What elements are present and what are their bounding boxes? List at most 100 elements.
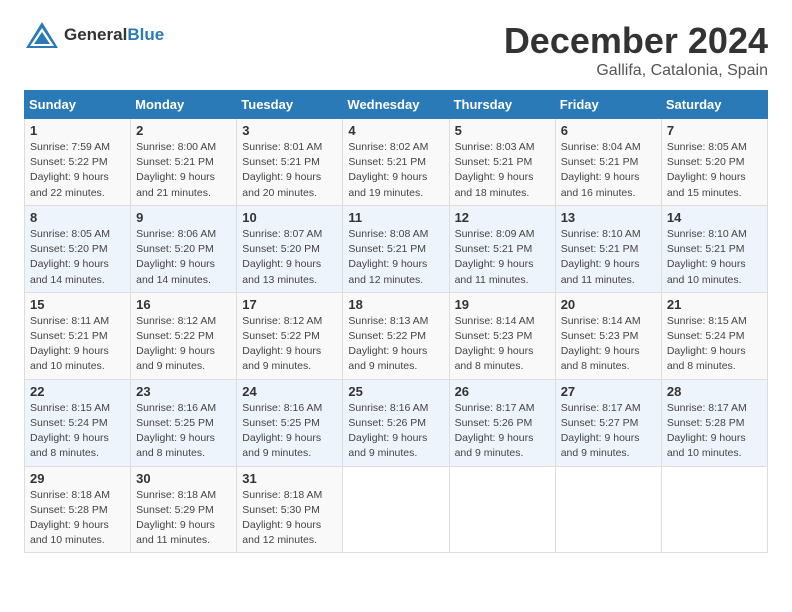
day-number: 31 <box>242 471 337 486</box>
day-cell: 1 Sunrise: 7:59 AMSunset: 5:22 PMDaylight… <box>25 119 131 206</box>
day-detail: Sunrise: 8:07 AMSunset: 5:20 PMDaylight:… <box>242 227 337 288</box>
week-row-5: 29Sunrise: 8:18 AMSunset: 5:28 PMDayligh… <box>25 466 768 553</box>
day-cell: 4Sunrise: 8:02 AMSunset: 5:21 PMDaylight… <box>343 119 449 206</box>
day-cell: 2Sunrise: 8:00 AMSunset: 5:21 PMDaylight… <box>131 119 237 206</box>
day-number: 2 <box>136 123 231 138</box>
day-cell: 5 Sunrise: 8:03 AMSunset: 5:21 PMDaylight… <box>449 119 555 206</box>
day-number: 21 <box>667 297 762 312</box>
day-number: 15 <box>30 297 125 312</box>
day-cell: 7 Sunrise: 8:05 AMSunset: 5:20 PMDaylight… <box>661 119 767 206</box>
day-cell: 13 Sunrise: 8:10 AMSunset: 5:21 PMDayligh… <box>555 205 661 292</box>
day-detail: Sunrise: 7:59 AMSunset: 5:22 PMDaylight:… <box>30 140 125 201</box>
day-cell: 8 Sunrise: 8:05 AMSunset: 5:20 PMDaylight… <box>25 205 131 292</box>
calendar-header-row: SundayMondayTuesdayWednesdayThursdayFrid… <box>25 91 768 119</box>
title-block: December 2024 Gallifa, Catalonia, Spain <box>504 20 768 80</box>
day-detail: Sunrise: 8:17 AMSunset: 5:26 PMDaylight:… <box>455 401 550 462</box>
day-detail: Sunrise: 8:12 AMSunset: 5:22 PMDaylight:… <box>242 314 337 375</box>
day-number: 4 <box>348 123 443 138</box>
column-header-saturday: Saturday <box>661 91 767 119</box>
day-cell <box>343 466 449 553</box>
column-header-sunday: Sunday <box>25 91 131 119</box>
day-cell: 27Sunrise: 8:17 AMSunset: 5:27 PMDayligh… <box>555 379 661 466</box>
day-number: 17 <box>242 297 337 312</box>
day-cell: 19Sunrise: 8:14 AMSunset: 5:23 PMDayligh… <box>449 292 555 379</box>
day-cell: 30 Sunrise: 8:18 AMSunset: 5:29 PMDayligh… <box>131 466 237 553</box>
day-cell: 16Sunrise: 8:12 AMSunset: 5:22 PMDayligh… <box>131 292 237 379</box>
month-title: December 2024 <box>504 20 768 62</box>
week-row-1: 1 Sunrise: 7:59 AMSunset: 5:22 PMDaylight… <box>25 119 768 206</box>
day-number: 11 <box>348 210 443 225</box>
column-header-monday: Monday <box>131 91 237 119</box>
day-detail: Sunrise: 8:01 AMSunset: 5:21 PMDaylight:… <box>242 140 337 201</box>
day-cell: 6 Sunrise: 8:04 AMSunset: 5:21 PMDaylight… <box>555 119 661 206</box>
day-number: 7 <box>667 123 762 138</box>
day-number: 13 <box>561 210 656 225</box>
day-number: 25 <box>348 384 443 399</box>
day-cell: 10 Sunrise: 8:07 AMSunset: 5:20 PMDayligh… <box>237 205 343 292</box>
day-detail: Sunrise: 8:04 AMSunset: 5:21 PMDaylight:… <box>561 140 656 201</box>
day-detail: Sunrise: 8:18 AMSunset: 5:28 PMDaylight:… <box>30 488 125 549</box>
day-detail: Sunrise: 8:15 AMSunset: 5:24 PMDaylight:… <box>667 314 762 375</box>
day-detail: Sunrise: 8:17 AMSunset: 5:28 PMDaylight:… <box>667 401 762 462</box>
day-detail: Sunrise: 8:03 AMSunset: 5:21 PMDaylight:… <box>455 140 550 201</box>
day-cell: 12Sunrise: 8:09 AMSunset: 5:21 PMDayligh… <box>449 205 555 292</box>
column-header-tuesday: Tuesday <box>237 91 343 119</box>
day-number: 14 <box>667 210 762 225</box>
day-detail: Sunrise: 8:15 AMSunset: 5:24 PMDaylight:… <box>30 401 125 462</box>
day-number: 10 <box>242 210 337 225</box>
day-cell: 17 Sunrise: 8:12 AMSunset: 5:22 PMDayligh… <box>237 292 343 379</box>
logo: GeneralBlue <box>24 20 164 50</box>
day-detail: Sunrise: 8:13 AMSunset: 5:22 PMDaylight:… <box>348 314 443 375</box>
day-number: 28 <box>667 384 762 399</box>
day-detail: Sunrise: 8:10 AMSunset: 5:21 PMDaylight:… <box>561 227 656 288</box>
day-number: 8 <box>30 210 125 225</box>
day-cell: 28 Sunrise: 8:17 AMSunset: 5:28 PMDayligh… <box>661 379 767 466</box>
column-header-wednesday: Wednesday <box>343 91 449 119</box>
day-number: 3 <box>242 123 337 138</box>
logo-icon <box>24 20 60 50</box>
logo-general: General <box>64 25 127 44</box>
day-cell: 26 Sunrise: 8:17 AMSunset: 5:26 PMDayligh… <box>449 379 555 466</box>
day-cell: 20 Sunrise: 8:14 AMSunset: 5:23 PMDayligh… <box>555 292 661 379</box>
day-number: 1 <box>30 123 125 138</box>
day-detail: Sunrise: 8:09 AMSunset: 5:21 PMDaylight:… <box>455 227 550 288</box>
day-detail: Sunrise: 8:11 AMSunset: 5:21 PMDaylight:… <box>30 314 125 375</box>
day-number: 9 <box>136 210 231 225</box>
calendar-body: 1 Sunrise: 7:59 AMSunset: 5:22 PMDaylight… <box>25 119 768 553</box>
day-detail: Sunrise: 8:18 AMSunset: 5:29 PMDaylight:… <box>136 488 231 549</box>
day-cell: 11 Sunrise: 8:08 AMSunset: 5:21 PMDayligh… <box>343 205 449 292</box>
week-row-3: 15 Sunrise: 8:11 AMSunset: 5:21 PMDayligh… <box>25 292 768 379</box>
day-detail: Sunrise: 8:17 AMSunset: 5:27 PMDaylight:… <box>561 401 656 462</box>
column-header-friday: Friday <box>555 91 661 119</box>
day-detail: Sunrise: 8:05 AMSunset: 5:20 PMDaylight:… <box>667 140 762 201</box>
day-number: 22 <box>30 384 125 399</box>
day-cell: 24Sunrise: 8:16 AMSunset: 5:25 PMDayligh… <box>237 379 343 466</box>
day-detail: Sunrise: 8:16 AMSunset: 5:25 PMDaylight:… <box>242 401 337 462</box>
page-header: GeneralBlue December 2024 Gallifa, Catal… <box>24 20 768 80</box>
day-detail: Sunrise: 8:05 AMSunset: 5:20 PMDaylight:… <box>30 227 125 288</box>
day-cell: 15 Sunrise: 8:11 AMSunset: 5:21 PMDayligh… <box>25 292 131 379</box>
location-subtitle: Gallifa, Catalonia, Spain <box>504 62 768 80</box>
day-cell: 31 Sunrise: 8:18 AMSunset: 5:30 PMDayligh… <box>237 466 343 553</box>
day-cell: 18 Sunrise: 8:13 AMSunset: 5:22 PMDayligh… <box>343 292 449 379</box>
day-detail: Sunrise: 8:16 AMSunset: 5:26 PMDaylight:… <box>348 401 443 462</box>
day-detail: Sunrise: 8:08 AMSunset: 5:21 PMDaylight:… <box>348 227 443 288</box>
day-detail: Sunrise: 8:14 AMSunset: 5:23 PMDaylight:… <box>455 314 550 375</box>
day-number: 5 <box>455 123 550 138</box>
day-detail: Sunrise: 8:10 AMSunset: 5:21 PMDaylight:… <box>667 227 762 288</box>
day-number: 20 <box>561 297 656 312</box>
day-cell <box>555 466 661 553</box>
day-detail: Sunrise: 8:12 AMSunset: 5:22 PMDaylight:… <box>136 314 231 375</box>
day-number: 30 <box>136 471 231 486</box>
calendar-table: SundayMondayTuesdayWednesdayThursdayFrid… <box>24 90 768 553</box>
day-cell: 22 Sunrise: 8:15 AMSunset: 5:24 PMDayligh… <box>25 379 131 466</box>
day-number: 26 <box>455 384 550 399</box>
day-detail: Sunrise: 8:14 AMSunset: 5:23 PMDaylight:… <box>561 314 656 375</box>
day-cell <box>661 466 767 553</box>
day-detail: Sunrise: 8:18 AMSunset: 5:30 PMDaylight:… <box>242 488 337 549</box>
day-cell <box>449 466 555 553</box>
day-cell: 29Sunrise: 8:18 AMSunset: 5:28 PMDayligh… <box>25 466 131 553</box>
day-cell: 9Sunrise: 8:06 AMSunset: 5:20 PMDaylight… <box>131 205 237 292</box>
day-number: 6 <box>561 123 656 138</box>
day-number: 18 <box>348 297 443 312</box>
